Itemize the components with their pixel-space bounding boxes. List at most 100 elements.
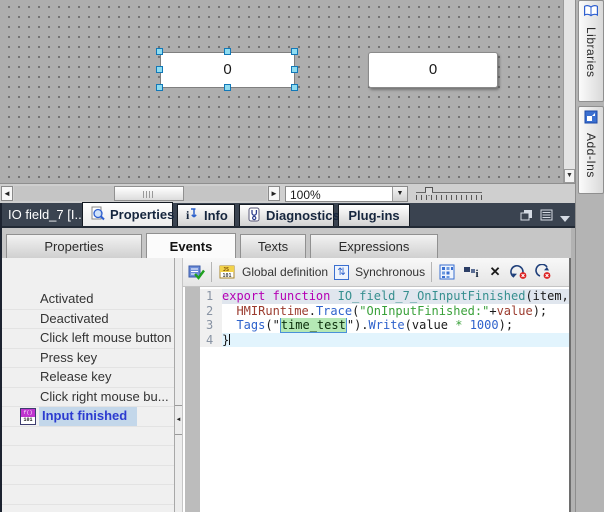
- js-definition-icon[interactable]: JS101: [218, 263, 236, 281]
- undo-error-icon[interactable]: [534, 263, 552, 281]
- tab-properties-sub[interactable]: Properties: [6, 234, 142, 258]
- grid-icon[interactable]: [438, 263, 456, 281]
- line-number: 3: [200, 318, 222, 333]
- inspector-tab-bar: IO field_7 [I... Properties i Info Diagn…: [0, 203, 575, 228]
- event-row[interactable]: Click left mouse button: [2, 329, 174, 349]
- event-label: Input finished: [39, 407, 137, 426]
- tab-info[interactable]: i Info: [177, 204, 235, 226]
- scroll-right-button[interactable]: ►: [268, 186, 280, 201]
- event-label: Release key: [40, 369, 112, 384]
- script-event-icon: f()101: [20, 408, 36, 425]
- code-line[interactable]: Tags("time_test").Write(value * 1000);: [222, 318, 569, 333]
- selection-handle[interactable]: [224, 84, 231, 91]
- event-label: Click right mouse bu...: [40, 389, 169, 404]
- tab-label: Info: [204, 208, 228, 223]
- book-icon: [583, 4, 599, 23]
- script-toolbar: JS101 Global definition ⇅ Synchronous i …: [183, 258, 569, 287]
- editor-margin: [185, 287, 200, 512]
- scroll-left-button[interactable]: ◄: [1, 186, 13, 201]
- zoom-slider[interactable]: [416, 186, 482, 202]
- inspector-title: IO field_7 [I...: [8, 207, 85, 222]
- selection-handle[interactable]: [291, 48, 298, 55]
- zoom-value: 100%: [290, 188, 321, 202]
- event-row[interactable]: Activated: [2, 290, 174, 310]
- addin-icon: [584, 110, 598, 129]
- line-number: 2: [200, 304, 222, 319]
- io-field-selected[interactable]: 0: [160, 52, 295, 88]
- script-check-icon[interactable]: [187, 263, 205, 281]
- zoom-dropdown-button[interactable]: ▼: [392, 187, 407, 201]
- window-left-edge: [0, 203, 2, 512]
- horizontal-scrollbar[interactable]: [14, 186, 267, 201]
- empty-row: [2, 466, 174, 486]
- svg-text:i: i: [475, 268, 478, 280]
- tab-events[interactable]: Events: [146, 233, 236, 258]
- scrollbar-thumb[interactable]: [114, 186, 184, 201]
- global-definition-label[interactable]: Global definition: [242, 265, 328, 279]
- tab-properties-main[interactable]: Properties: [82, 202, 173, 226]
- line-number-gutter: 1234: [200, 289, 222, 347]
- tab-label: Properties: [110, 207, 174, 222]
- zoom-combobox[interactable]: 100% ▼: [285, 186, 408, 202]
- event-row[interactable]: Press key: [2, 349, 174, 369]
- events-panel: Activated Deactivated Click left mouse but…: [0, 258, 571, 512]
- line-number: 1: [200, 289, 222, 304]
- info-icon: i: [185, 207, 199, 225]
- tab-diagnostics[interactable]: Diagnostics: [239, 204, 334, 226]
- sidebar-tab-label: Add-Ins: [584, 133, 598, 178]
- selection-handle[interactable]: [224, 48, 231, 55]
- code-area[interactable]: 1234 export function IO_field_7_OnInputF…: [183, 287, 569, 512]
- float-window-icon[interactable]: [520, 208, 533, 226]
- properties-icon: [90, 206, 105, 224]
- splitter-collapse-handle[interactable]: ◄: [175, 405, 182, 435]
- task-card-strip: Libraries Add-Ins: [575, 0, 604, 512]
- scroll-down-button[interactable]: ▼: [564, 169, 575, 183]
- collapse-arrow-icon: ◄: [176, 417, 182, 423]
- event-label: Deactivated: [40, 311, 109, 326]
- sync-mode-icon[interactable]: ⇅: [334, 265, 349, 280]
- toolbar-separator: [431, 262, 432, 282]
- selection-handle[interactable]: [291, 66, 298, 73]
- object-info-icon[interactable]: i: [462, 263, 480, 281]
- diagnostics-icon: [247, 207, 261, 225]
- canvas-vertical-scrollbar[interactable]: ▼: [563, 0, 575, 183]
- sidebar-tab-libraries[interactable]: Libraries: [578, 0, 604, 102]
- selection-handle[interactable]: [156, 66, 163, 73]
- script-editor: JS101 Global definition ⇅ Synchronous i …: [183, 258, 571, 512]
- list-view-icon[interactable]: [540, 208, 553, 226]
- svg-text:101: 101: [223, 273, 232, 279]
- event-row[interactable]: Release key: [2, 368, 174, 388]
- selection-handle[interactable]: [291, 84, 298, 91]
- tab-label: Plug-ins: [348, 208, 399, 223]
- empty-row: [2, 485, 174, 505]
- text-caret: [229, 334, 230, 345]
- delete-icon[interactable]: ✕: [486, 263, 504, 281]
- redo-error-icon[interactable]: [510, 263, 528, 281]
- synchronous-label[interactable]: Synchronous: [355, 265, 425, 279]
- code-lines: export function IO_field_7_OnInputFinish…: [222, 289, 569, 347]
- tab-plugins[interactable]: Plug-ins: [338, 204, 410, 226]
- event-row[interactable]: f()101Input finished: [2, 407, 174, 427]
- event-row[interactable]: Click right mouse bu...: [2, 388, 174, 408]
- event-row[interactable]: Deactivated: [2, 310, 174, 330]
- selection-handle[interactable]: [156, 48, 163, 55]
- collapse-chevron-down-icon[interactable]: [560, 216, 570, 222]
- events-list: Activated Deactivated Click left mouse but…: [2, 258, 174, 512]
- empty-row: [2, 427, 174, 447]
- io-field[interactable]: 0: [368, 52, 498, 88]
- code-line[interactable]: export function IO_field_7_OnInputFinish…: [222, 289, 569, 304]
- tab-expressions[interactable]: Expressions: [310, 234, 438, 258]
- code-line[interactable]: }: [222, 333, 569, 348]
- code-line[interactable]: HMIRuntime.Trace("OnInputFinished:"+valu…: [222, 304, 569, 319]
- event-label: Click left mouse button: [40, 330, 172, 345]
- line-number: 4: [200, 333, 222, 348]
- toolbar-separator: [211, 262, 212, 282]
- panel-splitter[interactable]: ◄: [174, 258, 183, 512]
- canvas-bottom-bar: ◄ ► 100% ▼: [0, 183, 575, 203]
- event-label: Press key: [40, 350, 97, 365]
- selection-handle[interactable]: [156, 84, 163, 91]
- screen-canvas[interactable]: 0 0: [0, 0, 563, 183]
- event-label: Activated: [40, 291, 93, 306]
- sidebar-tab-addins[interactable]: Add-Ins: [578, 106, 604, 194]
- tab-texts[interactable]: Texts: [240, 234, 306, 258]
